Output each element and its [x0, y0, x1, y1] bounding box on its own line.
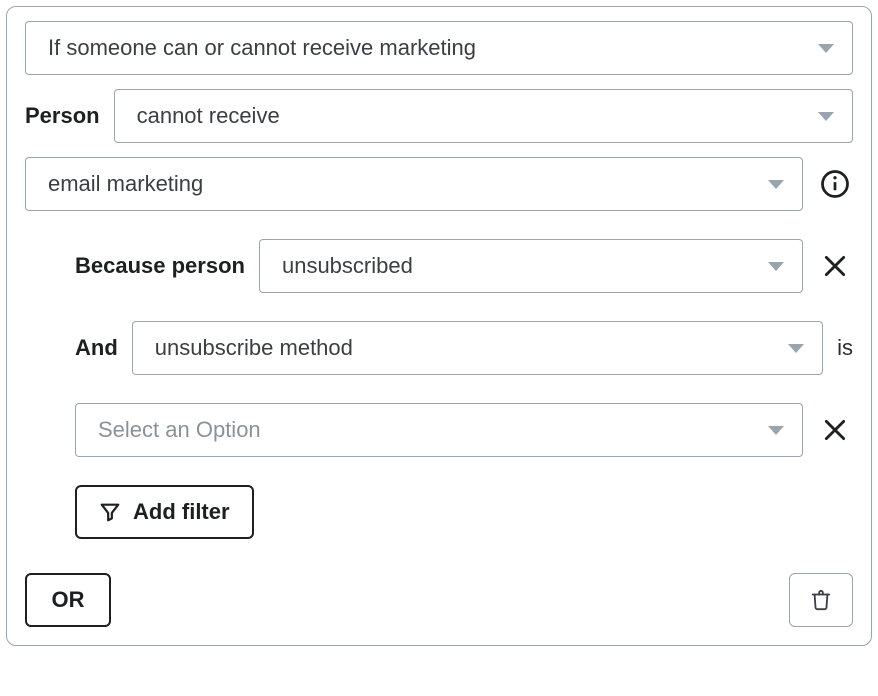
reason-value: unsubscribed: [282, 253, 413, 279]
trash-icon: [810, 588, 832, 612]
or-label: OR: [52, 587, 85, 613]
method-value: unsubscribe method: [155, 335, 353, 361]
method-row: And unsubscribe method is: [75, 321, 853, 375]
option-placeholder: Select an Option: [98, 417, 261, 443]
reason-row: Because person unsubscribed: [75, 239, 853, 293]
condition-type-value: If someone can or cannot receive marketi…: [48, 35, 476, 61]
filter-icon: [99, 501, 121, 523]
person-label: Person: [25, 103, 100, 129]
add-filter-button[interactable]: Add filter: [75, 485, 254, 539]
segment-condition-panel: If someone can or cannot receive marketi…: [6, 6, 872, 646]
remove-option-button[interactable]: [817, 412, 853, 448]
or-button[interactable]: OR: [25, 573, 111, 627]
channel-value: email marketing: [48, 171, 203, 197]
channel-select[interactable]: email marketing: [25, 157, 803, 211]
chevron-down-icon: [818, 112, 834, 121]
remove-reason-button[interactable]: [817, 248, 853, 284]
because-person-label: Because person: [75, 253, 245, 279]
chevron-down-icon: [768, 262, 784, 271]
chevron-down-icon: [818, 44, 834, 53]
person-row: Person cannot receive: [25, 89, 853, 143]
delete-condition-button[interactable]: [789, 573, 853, 627]
is-label: is: [837, 335, 853, 361]
chevron-down-icon: [768, 426, 784, 435]
add-filter-label: Add filter: [133, 499, 230, 525]
channel-row: email marketing: [25, 157, 853, 211]
receive-ability-value: cannot receive: [137, 103, 280, 129]
condition-type-select[interactable]: If someone can or cannot receive marketi…: [25, 21, 853, 75]
condition-footer: OR: [25, 573, 853, 627]
receive-ability-select[interactable]: cannot receive: [114, 89, 853, 143]
chevron-down-icon: [788, 344, 804, 353]
method-select[interactable]: unsubscribe method: [132, 321, 823, 375]
sub-conditions: Because person unsubscribed And unsubscr…: [25, 239, 853, 539]
option-select[interactable]: Select an Option: [75, 403, 803, 457]
condition-type-row: If someone can or cannot receive marketi…: [25, 21, 853, 75]
reason-select[interactable]: unsubscribed: [259, 239, 803, 293]
add-filter-row: Add filter: [75, 485, 853, 539]
and-label: And: [75, 335, 118, 361]
chevron-down-icon: [768, 180, 784, 189]
option-row: Select an Option: [75, 403, 853, 457]
info-icon[interactable]: [817, 166, 853, 202]
